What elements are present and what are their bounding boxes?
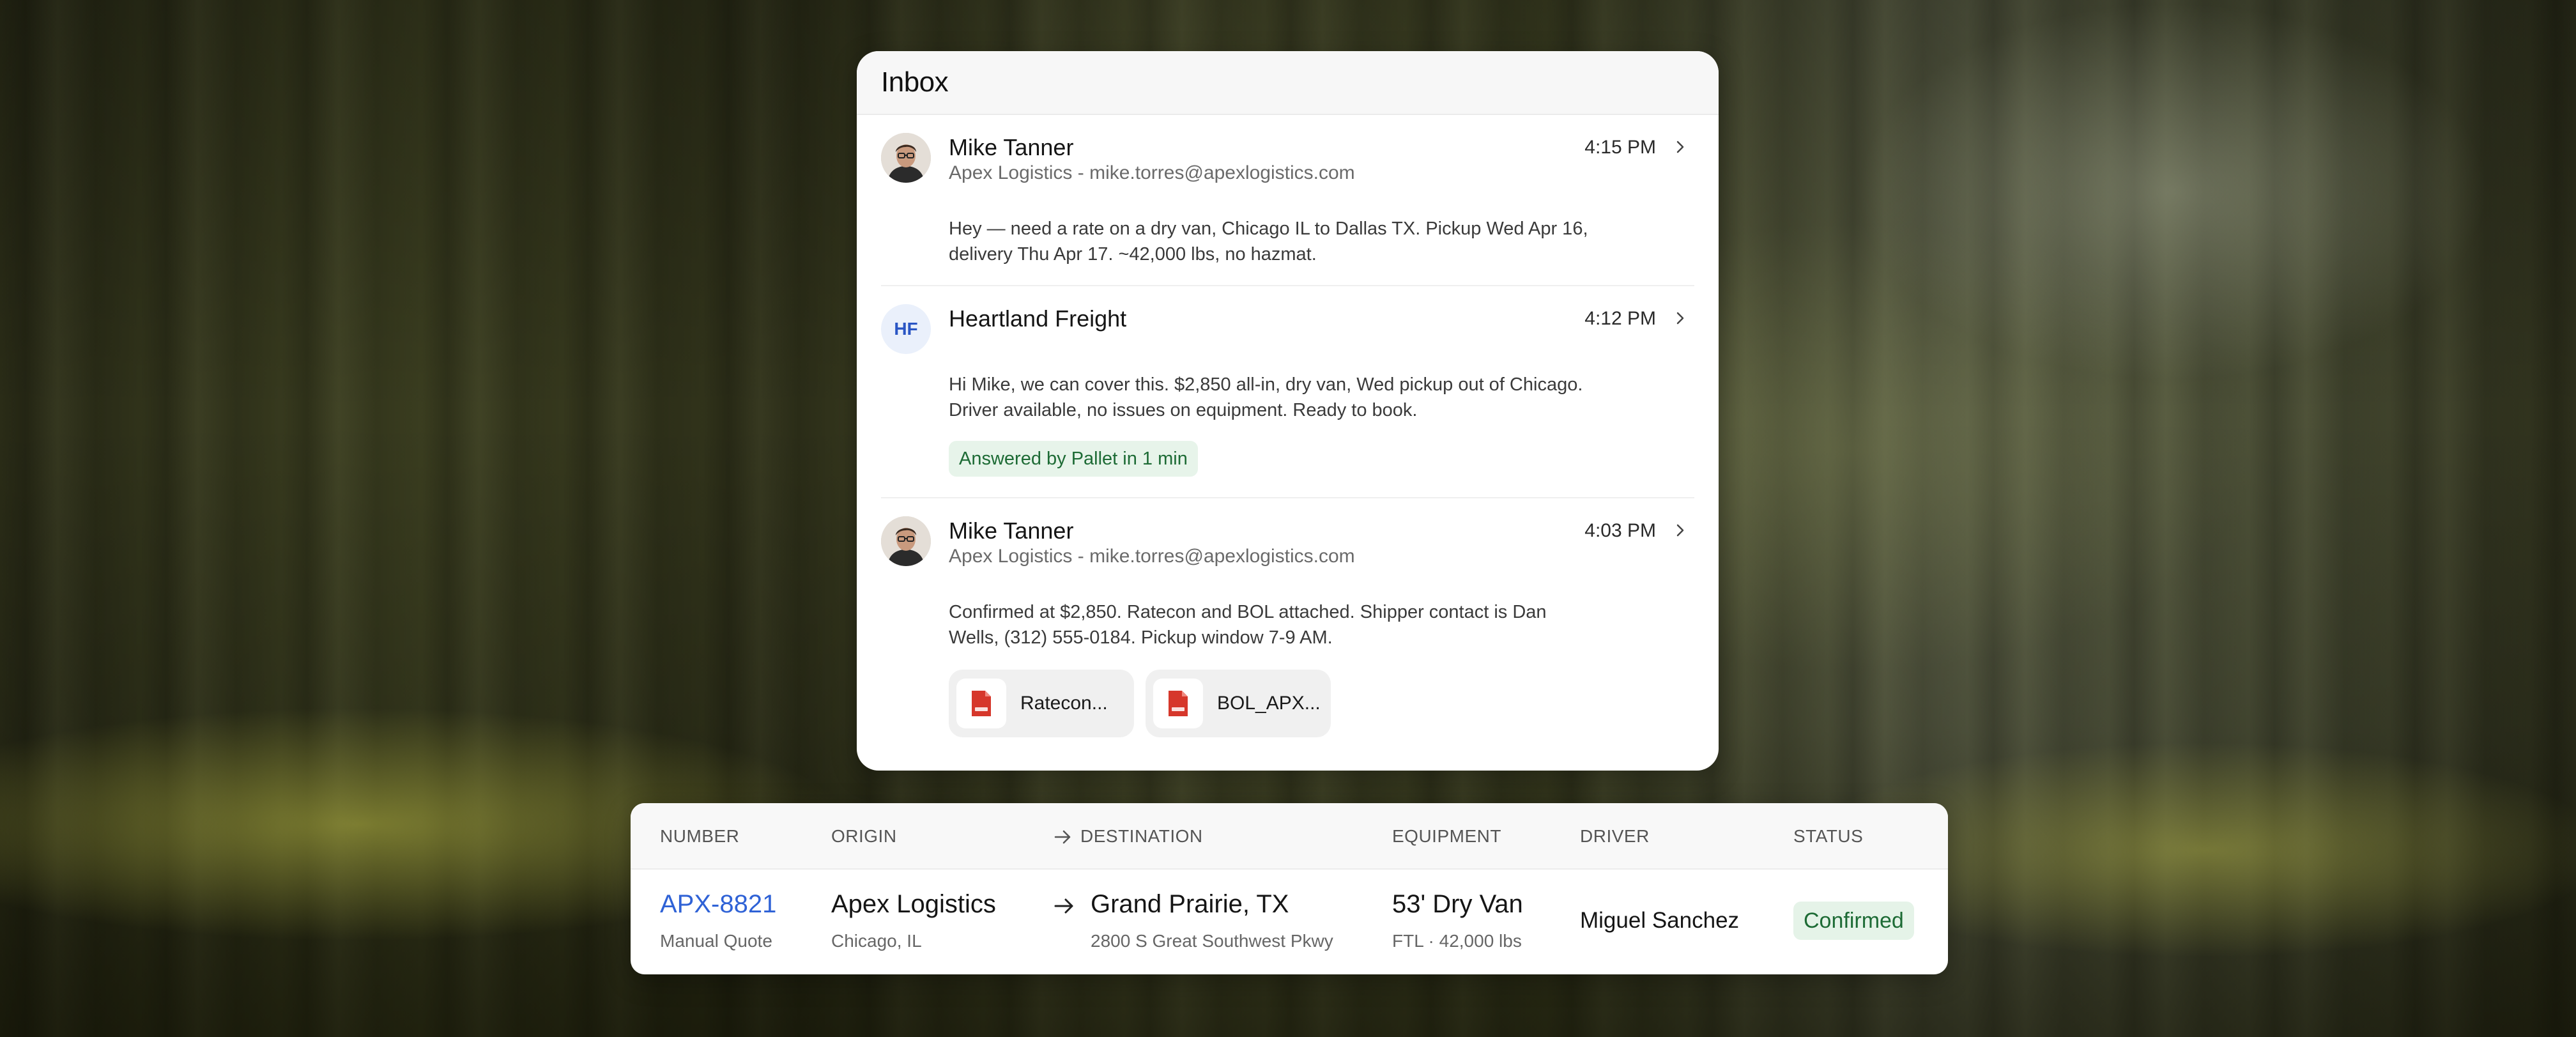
load-table: NUMBER ORIGIN DESTINATION EQUIPMENT DRIV… <box>631 803 1948 974</box>
sender-name: Heartland Freight <box>949 305 1127 332</box>
sender-email: Apex Logistics - mike.torres@apexlogisti… <box>949 546 1355 567</box>
avatar-initials: HF <box>894 319 918 339</box>
attachment-chip[interactable]: Ratecon... <box>949 670 1134 737</box>
table-row[interactable]: APX-8821 Manual Quote Apex Logistics Chi… <box>631 870 1948 974</box>
auto-answer-badge: Answered by Pallet in 1 min <box>949 441 1198 477</box>
person-avatar-icon <box>881 133 931 183</box>
avatar <box>881 516 931 566</box>
arrow-right-icon <box>1054 898 1073 914</box>
inbox-message[interactable]: Mike Tanner Apex Logistics - mike.torres… <box>881 497 1694 767</box>
pdf-file-icon <box>1153 679 1203 728</box>
attachment-name: Ratecon... <box>1020 693 1108 714</box>
arrow-right-icon <box>1054 830 1071 844</box>
origin-name: Apex Logistics <box>831 890 996 918</box>
attachment-name: BOL_APX... <box>1217 693 1321 714</box>
person-avatar-icon <box>881 516 931 566</box>
message-time: 4:03 PM <box>1584 520 1656 541</box>
column-header-number: NUMBER <box>660 826 740 846</box>
avatar: HF <box>881 304 931 354</box>
destination-address: 2800 S Great Southwest Pkwy <box>1091 931 1333 951</box>
load-number-link[interactable]: APX-8821 <box>660 890 776 919</box>
message-body: Hi Mike, we can cover this. $2,850 all-i… <box>949 374 1583 420</box>
column-header-status: STATUS <box>1793 826 1864 846</box>
sender-name: Mike Tanner <box>949 518 1074 544</box>
inbox-header: Inbox <box>857 51 1719 115</box>
column-header-equipment: EQUIPMENT <box>1392 826 1501 846</box>
destination-name: Grand Prairie, TX <box>1091 890 1289 918</box>
pdf-file-icon <box>956 679 1006 728</box>
sender-name: Mike Tanner <box>949 134 1074 160</box>
column-header-origin: ORIGIN <box>831 826 897 846</box>
message-time: 4:15 PM <box>1584 137 1656 158</box>
column-header-destination: DESTINATION <box>1080 826 1203 846</box>
avatar <box>881 133 931 183</box>
chevron-right-icon[interactable] <box>1671 138 1689 156</box>
column-header-driver: DRIVER <box>1580 826 1650 846</box>
attachment-chip[interactable]: BOL_APX... <box>1146 670 1331 737</box>
inbox-title: Inbox <box>881 66 949 98</box>
status-badge: Confirmed <box>1793 902 1914 940</box>
sender-email: Apex Logistics - mike.torres@apexlogisti… <box>949 162 1355 183</box>
message-body: Confirmed at $2,850. Ratecon and BOL att… <box>949 602 1547 648</box>
chevron-right-icon[interactable] <box>1671 309 1689 327</box>
load-source: Manual Quote <box>660 931 772 951</box>
equipment-type: 53' Dry Van <box>1392 890 1523 918</box>
inbox-message[interactable]: HF Heartland Freight 4:12 PM Hi Mike, we… <box>881 285 1694 497</box>
message-body: Hey — need a rate on a dry van, Chicago … <box>949 219 1588 265</box>
equipment-details: FTL · 42,000 lbs <box>1392 931 1522 951</box>
inbox-panel: Inbox Mike Tanner Apex Logistics - mike.… <box>857 51 1719 771</box>
driver-name: Miguel Sanchez <box>1580 908 1740 933</box>
origin-city: Chicago, IL <box>831 931 922 951</box>
message-time: 4:12 PM <box>1584 308 1656 329</box>
inbox-message[interactable]: Mike Tanner Apex Logistics - mike.torres… <box>881 115 1694 285</box>
chevron-right-icon[interactable] <box>1671 521 1689 539</box>
table-header: NUMBER ORIGIN DESTINATION EQUIPMENT DRIV… <box>631 803 1948 870</box>
